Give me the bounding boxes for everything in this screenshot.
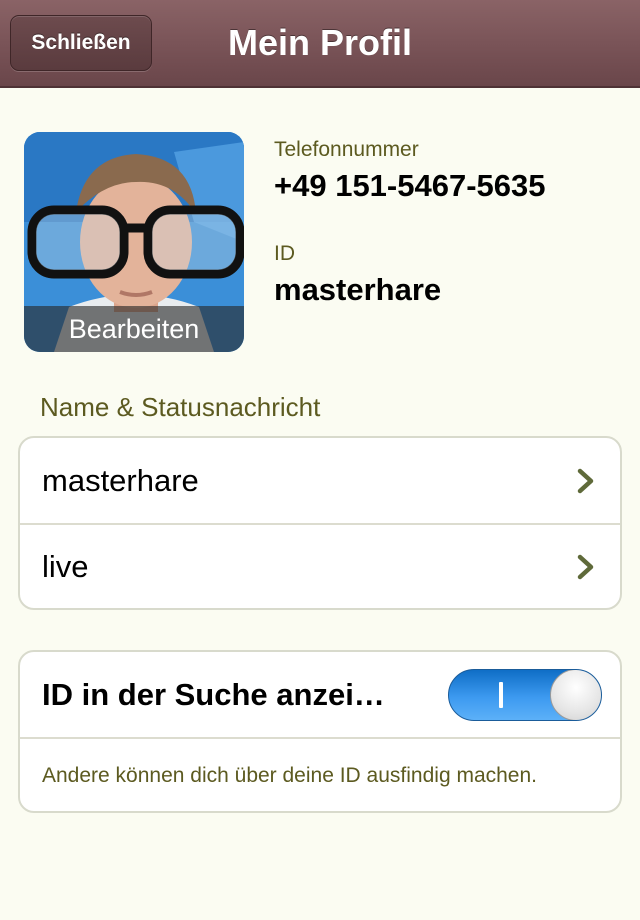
phone-label: Telefonnummer [274, 138, 419, 161]
status-row[interactable]: live [20, 523, 620, 608]
id-search-toggle[interactable] [448, 669, 602, 721]
name-status-section-header: Name & Statusnachricht [40, 392, 321, 422]
name-row[interactable]: masterhare [20, 438, 620, 523]
toggle-knob[interactable] [550, 670, 601, 720]
phone-value: +49 151-5467-5635 [274, 168, 546, 203]
id-search-description: Andere können dich über deine ID ausfind… [42, 764, 537, 787]
chevron-right-icon [577, 554, 594, 579]
close-button[interactable]: Schließen [10, 15, 152, 71]
page-title: Mein Profil [227, 22, 412, 63]
id-value: masterhare [274, 272, 442, 307]
navigation-bar: Schließen Mein Profil [0, 0, 640, 88]
profile-avatar[interactable]: Bearbeiten [24, 132, 244, 352]
id-label: ID [274, 242, 295, 265]
id-search-label: ID in der Suche anzei… [42, 676, 385, 712]
chevron-right-icon [577, 468, 594, 493]
id-search-group: ID in der Suche anzei… Andere können dic… [18, 650, 622, 813]
status-row-label: live [42, 548, 89, 584]
toggle-on-mark [499, 682, 503, 708]
name-status-group: masterhare live [18, 436, 622, 610]
avatar-edit-label[interactable]: Bearbeiten [24, 306, 244, 352]
name-row-label: masterhare [42, 462, 199, 498]
id-search-row: ID in der Suche anzei… [20, 652, 620, 739]
